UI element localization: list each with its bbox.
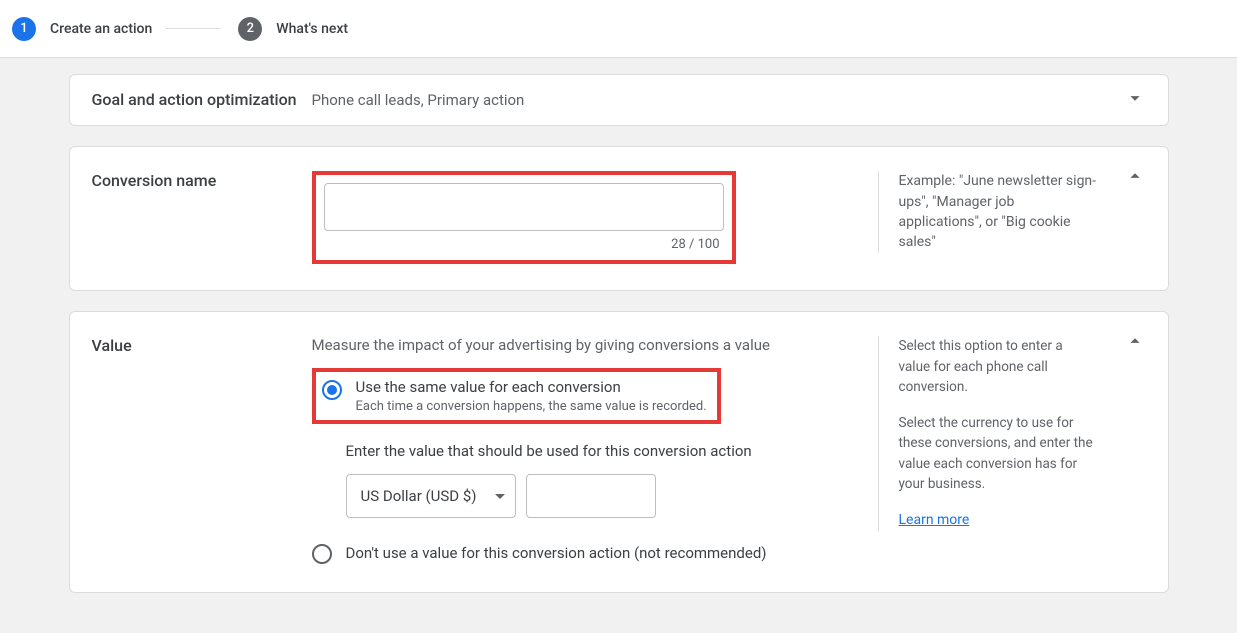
step-1-label: Create an action (50, 21, 152, 37)
value-label: Value (92, 336, 312, 564)
value-desc: Measure the impact of your advertising b… (312, 336, 872, 354)
value-help-p1: Select this option to enter a value for … (899, 336, 1098, 397)
chevron-up-icon[interactable] (1124, 165, 1146, 191)
radio-no-value[interactable]: Don't use a value for this conversion ac… (312, 542, 872, 564)
radio-no-value-button[interactable] (312, 544, 332, 564)
conversion-value-input[interactable] (526, 474, 656, 518)
enter-value-label: Enter the value that should be used for … (346, 442, 872, 460)
currency-row: US Dollar (USD $) (346, 474, 872, 518)
radio-same-value-sub: Each time a conversion happens, the same… (356, 399, 707, 414)
value-body: Measure the impact of your advertising b… (312, 336, 872, 564)
chevron-up-icon[interactable] (1124, 330, 1146, 356)
step-whats-next[interactable]: 2 What's next (238, 17, 348, 41)
goal-label: Goal and action optimization (92, 89, 312, 111)
step-1-circle: 1 (12, 17, 36, 41)
content-area: Goal and action optimization Phone call … (0, 58, 1237, 633)
value-help: Select this option to enter a value for … (878, 336, 1098, 531)
conversion-name-help: Example: "June newsletter sign-ups", "Ma… (878, 171, 1098, 252)
radio-no-value-label: Don't use a value for this conversion ac… (346, 544, 767, 562)
learn-more-link[interactable]: Learn more (899, 512, 970, 528)
step-2-label: What's next (276, 21, 348, 37)
conversion-name-card: Conversion name 28 / 100 Example: "June … (69, 146, 1169, 291)
currency-select[interactable]: US Dollar (USD $) (346, 474, 516, 518)
conversion-name-input-wrap: 28 / 100 (312, 171, 736, 264)
conversion-name-input[interactable] (324, 183, 724, 231)
dropdown-triangle-icon (495, 494, 505, 499)
char-count: 28 / 100 (324, 237, 724, 252)
stepper: 1 Create an action 2 What's next (0, 0, 1237, 58)
step-2-circle: 2 (238, 17, 262, 41)
chevron-down-icon (1124, 87, 1146, 113)
step-divider (166, 28, 220, 29)
goal-value: Phone call leads, Primary action (312, 91, 525, 109)
radio-same-value-button[interactable] (322, 380, 342, 400)
value-help-p2: Select the currency to use for these con… (899, 413, 1098, 494)
step-create-action[interactable]: 1 Create an action (12, 17, 152, 41)
radio-same-value[interactable]: Use the same value for each conversion E… (322, 378, 707, 414)
highlight-input: 28 / 100 (312, 171, 736, 264)
conversion-name-label: Conversion name (92, 171, 312, 264)
currency-select-value: US Dollar (USD $) (361, 487, 477, 505)
radio-same-value-label: Use the same value for each conversion (356, 378, 707, 396)
radio-dot-icon (327, 385, 337, 395)
highlight-radio: Use the same value for each conversion E… (312, 368, 721, 424)
goal-card[interactable]: Goal and action optimization Phone call … (69, 74, 1169, 126)
value-card: Value Measure the impact of your adverti… (69, 311, 1169, 593)
